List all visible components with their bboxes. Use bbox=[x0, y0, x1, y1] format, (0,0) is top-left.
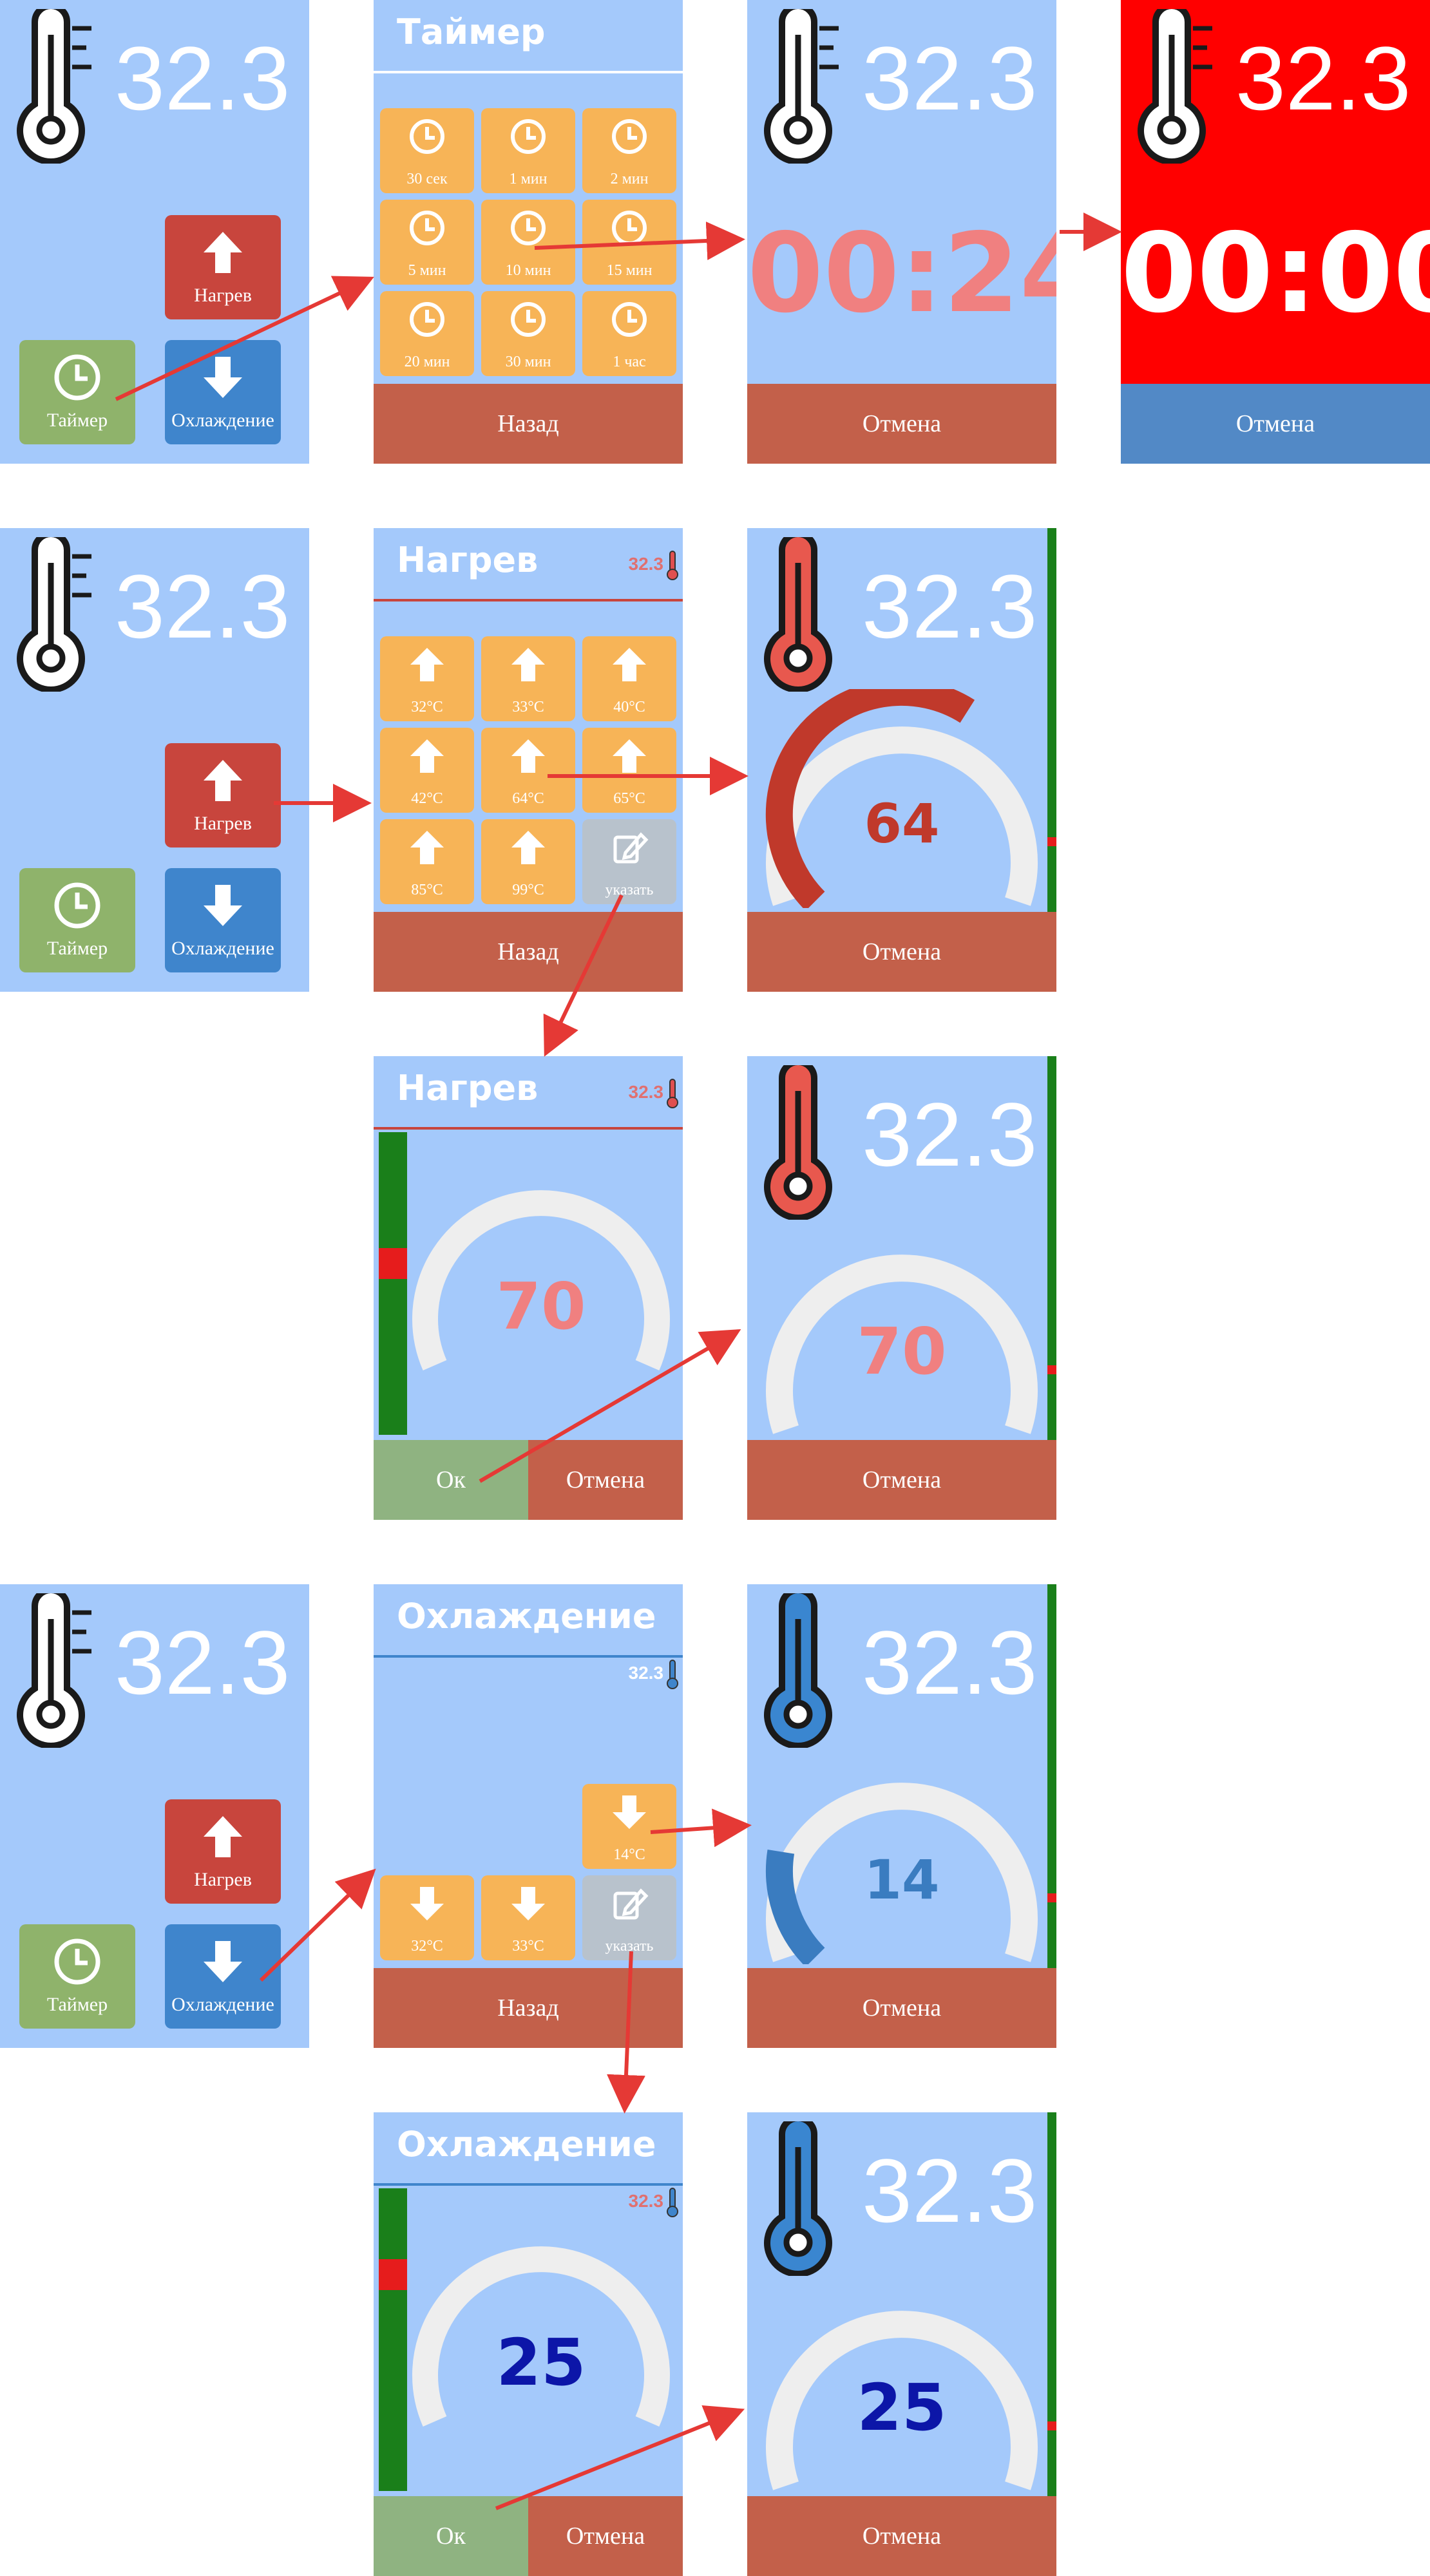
arrow-heat-custom bbox=[543, 894, 624, 1057]
flow-arrows bbox=[115, 213, 1122, 2510]
arrow-cool-custom bbox=[607, 1951, 645, 2114]
arrow-cool-to-select bbox=[259, 1868, 376, 1982]
arrow-timer-to-select bbox=[115, 276, 374, 401]
arrow-timer-option-to-running bbox=[534, 222, 745, 260]
arrow-cool-custom-ok bbox=[495, 2405, 745, 2510]
arrow-heat-custom-ok bbox=[479, 1329, 741, 1483]
arrow-cool-option-to-running bbox=[650, 1808, 752, 1848]
